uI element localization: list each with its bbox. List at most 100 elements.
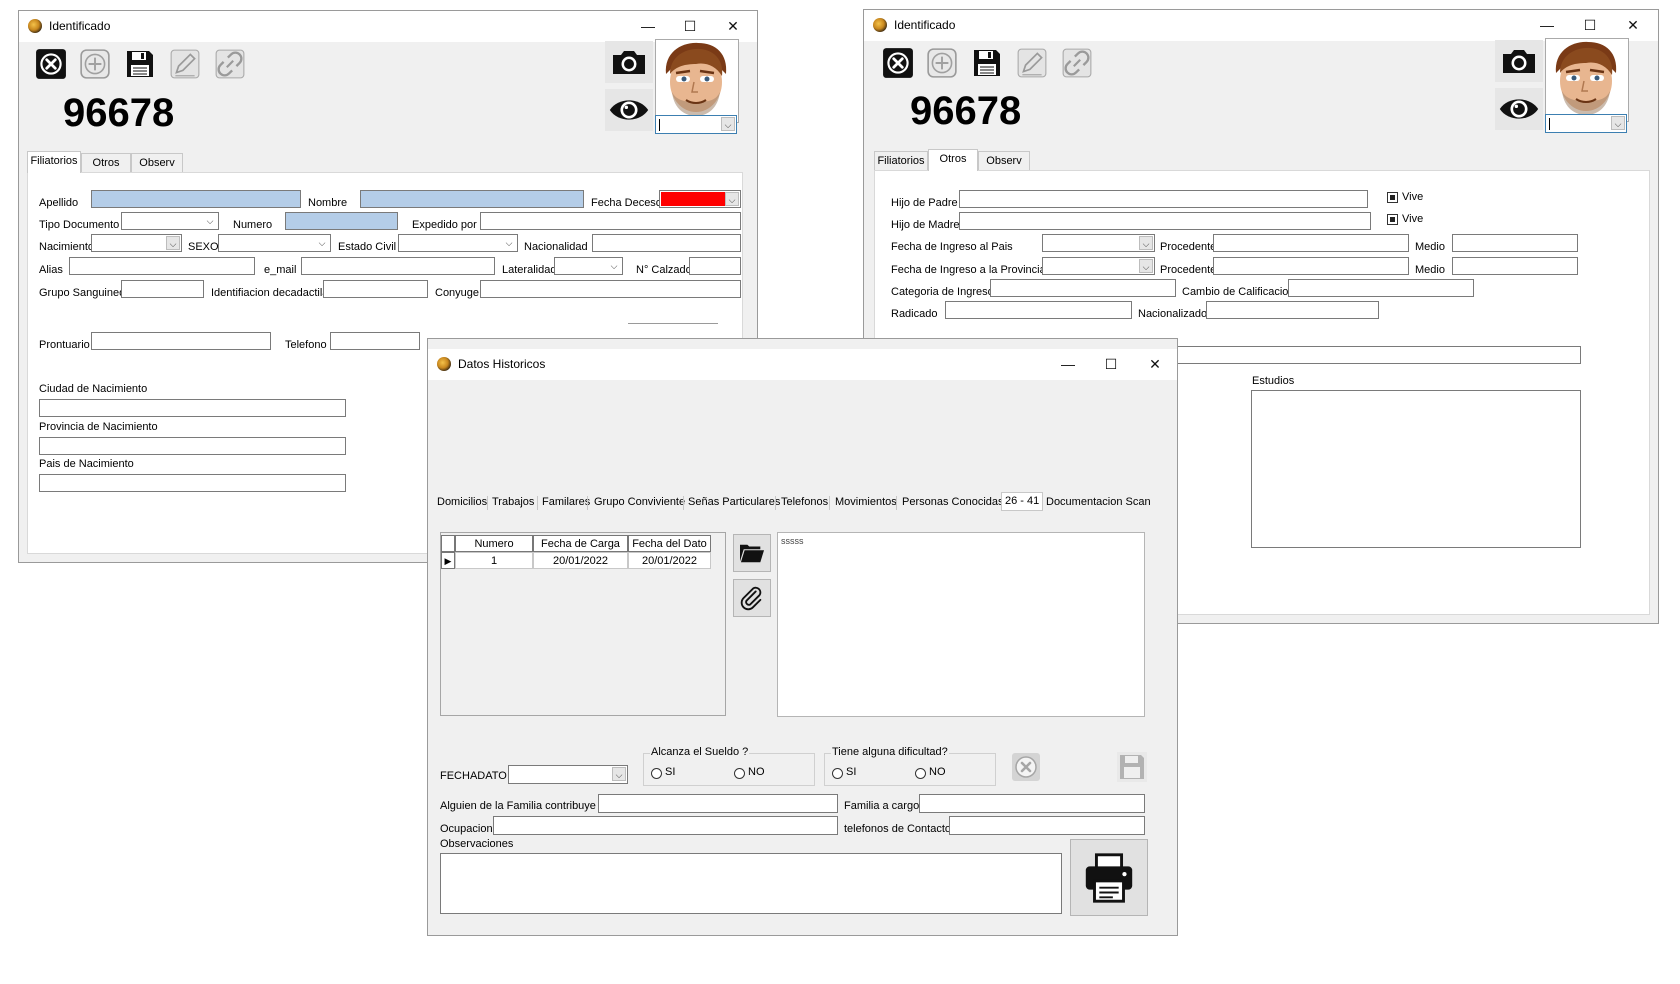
nacionalidad-input[interactable] [592,234,741,252]
camera-button[interactable] [605,41,653,83]
link-button[interactable] [212,46,248,82]
telefono-input[interactable] [330,332,420,350]
close-record-button[interactable] [33,46,69,82]
ciudad-nacimiento-input[interactable] [39,399,346,417]
categoria-ingreso-input[interactable] [990,279,1176,297]
expedido-por-input[interactable] [480,212,741,230]
ocupacion-input[interactable] [493,816,838,835]
alcanza-no-radio[interactable] [734,768,745,779]
calzado-input[interactable] [689,257,741,275]
nacionalizado-input[interactable] [1206,301,1379,319]
sexo-select[interactable]: ⌵ [218,234,331,252]
camera-button[interactable] [1495,40,1543,82]
nacimiento-picker[interactable]: ⌵ [91,234,182,252]
tab-movimientos[interactable]: Movimientos [835,494,897,511]
procedente-2-input[interactable] [1213,257,1409,275]
view-photo-button[interactable] [1495,88,1543,130]
tab-filiatorios[interactable]: Filiatorios [874,151,928,170]
pais-nacimiento-input[interactable] [39,474,346,492]
tab-telefonos[interactable]: Telefonos [781,494,828,511]
column-header[interactable]: Fecha del Dato [628,535,711,552]
fechadato-picker[interactable]: ⌵ [508,765,628,784]
photo-select[interactable]: ⌵ [1545,114,1627,133]
fecha-deceso-picker[interactable]: ⌵ [659,190,741,208]
minimize-button[interactable]: — [1524,13,1570,37]
dificultad-no-radio[interactable] [915,768,926,779]
tab-otros[interactable]: Otros [928,149,978,171]
attach-button[interactable] [733,579,771,617]
estado-civil-select[interactable]: ⌵ [398,234,518,252]
print-button[interactable] [1070,839,1148,916]
close-window-button[interactable]: ✕ [1132,352,1178,376]
apellido-input[interactable] [91,190,301,208]
hijo-padre-input[interactable] [959,190,1368,208]
tab-grupo-conviviente[interactable]: Grupo Conviviente [594,494,685,511]
procedente-1-input[interactable] [1213,234,1409,252]
close-window-button[interactable]: ✕ [1610,13,1656,37]
edit-button[interactable] [1014,45,1050,81]
tab-senas-particulares[interactable]: Señas Particulares [688,494,780,511]
maximize-button[interactable]: ☐ [1088,352,1134,376]
radicado-input[interactable] [945,301,1132,319]
alcanza-si-radio[interactable] [651,768,662,779]
email-input[interactable] [301,257,495,275]
medio-1-input[interactable] [1452,234,1578,252]
tab-familares[interactable]: Familares [542,494,590,511]
numero-input[interactable] [285,212,398,230]
save-disabled-button[interactable] [1117,752,1147,782]
identificacion-decadactilar-input[interactable] [323,280,428,298]
nombre-input[interactable] [360,190,584,208]
wide-field-input[interactable] [1175,346,1581,364]
grupo-sanguineo-input[interactable] [121,280,204,298]
hijo-madre-input[interactable] [959,212,1371,230]
provincia-nacimiento-input[interactable] [39,437,346,455]
add-button[interactable] [77,46,113,82]
column-header[interactable]: Fecha de Carga [533,535,628,552]
close-window-button[interactable]: ✕ [710,14,756,38]
current-row-indicator[interactable]: ▶ [441,552,455,569]
lateralidad-select[interactable]: ⌵ [554,257,623,275]
table-cell[interactable]: 1 [455,552,533,569]
alias-input[interactable] [69,257,255,275]
minimize-button[interactable]: — [625,14,671,38]
vive-padre-checkbox[interactable] [1387,192,1398,203]
close-record-button[interactable] [880,45,916,81]
observaciones-textarea[interactable] [440,853,1062,914]
ingreso-pais-picker[interactable]: ⌵ [1042,234,1155,252]
cancel-button[interactable] [1011,752,1041,782]
minimize-button[interactable]: — [1045,352,1091,376]
tab-trabajos[interactable]: Trabajos [492,494,534,511]
cambio-calificacion-input[interactable] [1288,279,1474,297]
tab-26-41[interactable]: 26 - 41 [1001,492,1044,511]
ingreso-provincia-picker[interactable]: ⌵ [1042,257,1155,275]
estudios-textarea[interactable] [1251,390,1581,548]
maximize-button[interactable]: ☐ [667,14,713,38]
tab-observ[interactable]: Observ [131,153,183,172]
familia-cargo-input[interactable] [919,794,1145,813]
table-cell[interactable]: 20/01/2022 [628,552,711,569]
edit-button[interactable] [167,46,203,82]
photo-select[interactable]: ⌵ [655,115,737,134]
memo-textarea[interactable]: sssss [777,532,1145,717]
tab-otros[interactable]: Otros [81,153,131,172]
table-cell[interactable]: 20/01/2022 [533,552,628,569]
column-header[interactable]: Numero Informe [455,535,533,566]
tab-domicilios[interactable]: Domicilios [437,494,487,511]
familia-contribuye-input[interactable] [598,794,838,813]
tab-observ[interactable]: Observ [978,151,1030,170]
tab-documentacion-scan[interactable]: Documentacion Scan [1046,494,1151,511]
telefonos-contacto-input[interactable] [949,816,1145,835]
link-button[interactable] [1059,45,1095,81]
dificultad-si-radio[interactable] [832,768,843,779]
tab-personas-conocidas[interactable]: Personas Conocidas [902,494,1004,511]
save-button[interactable] [969,45,1005,81]
open-folder-button[interactable] [733,534,771,572]
prontuario-input[interactable] [91,332,271,350]
save-button[interactable] [122,46,158,82]
vive-madre-checkbox[interactable] [1387,214,1398,225]
view-photo-button[interactable] [605,89,653,131]
conyuge-input[interactable] [480,280,741,298]
add-button[interactable] [924,45,960,81]
medio-2-input[interactable] [1452,257,1578,275]
tab-filiatorios[interactable]: Filiatorios [27,151,81,173]
